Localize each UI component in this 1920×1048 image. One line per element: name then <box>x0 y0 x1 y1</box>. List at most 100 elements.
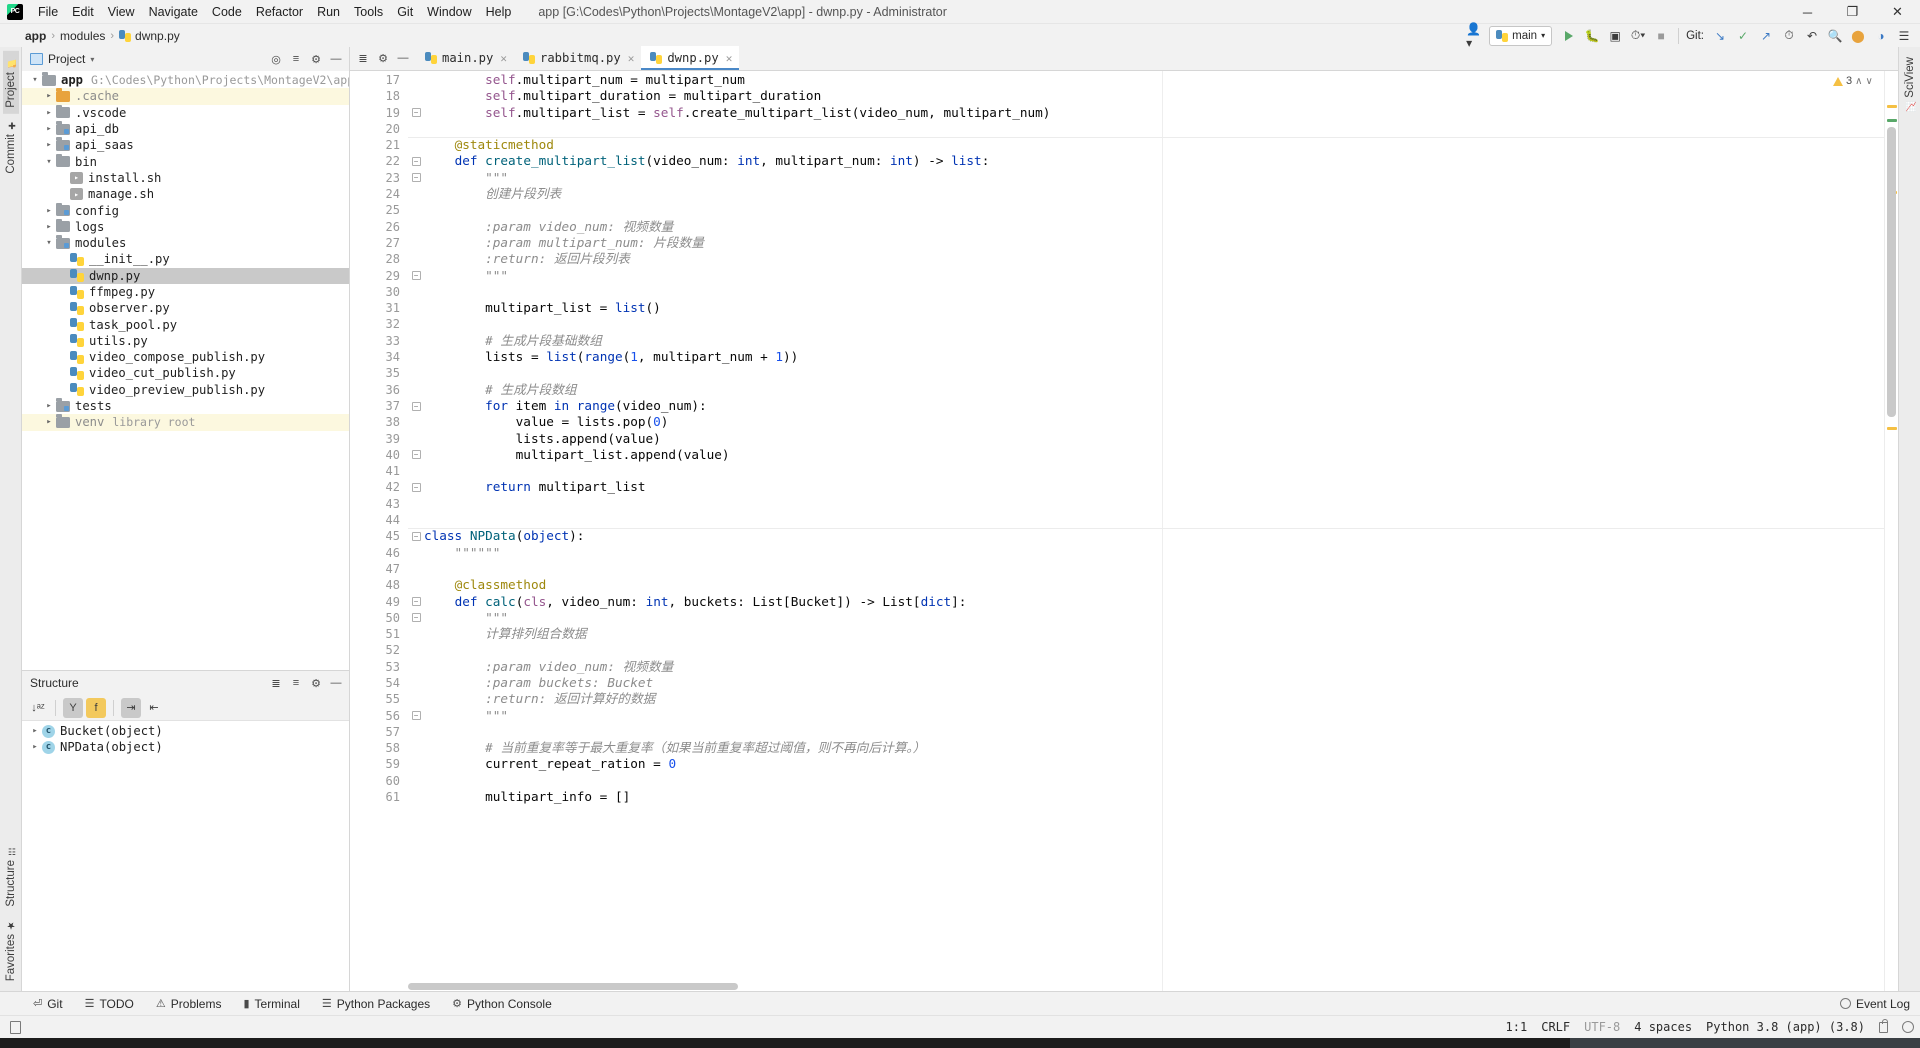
menu-window[interactable]: Window <box>420 1 478 23</box>
inspection-widget[interactable]: 3 ∧ ∨ <box>1833 75 1873 87</box>
editor-tab-main[interactable]: main.py ✕ <box>416 46 514 70</box>
line-number[interactable]: 20 <box>350 121 408 137</box>
fold-marker[interactable]: − <box>408 398 424 414</box>
line-number[interactable]: 42 <box>350 479 408 495</box>
line-number[interactable]: 27 <box>350 235 408 251</box>
line-number[interactable]: 57 <box>350 724 408 740</box>
file-encoding[interactable]: UTF-8 <box>1584 1020 1620 1034</box>
chevron-right-icon[interactable] <box>28 726 42 736</box>
editor-tab-dwnp[interactable]: dwnp.py ✕ <box>641 46 740 70</box>
toolwindow-todo[interactable]: ☰ TODO <box>74 994 145 1014</box>
code-line[interactable]: 创建片段列表 <box>424 186 1884 202</box>
tree-item-tests[interactable]: tests <box>22 398 349 414</box>
filter-inherited-icon[interactable]: Y <box>63 697 83 718</box>
toolwindow-terminal[interactable]: ▮ Terminal <box>232 994 310 1014</box>
fold-marker[interactable]: − <box>408 528 424 544</box>
code-line[interactable]: """ <box>424 708 1884 724</box>
code-line[interactable]: multipart_list = list() <box>424 300 1884 316</box>
code-line[interactable]: :param multipart_num: 片段数量 <box>424 235 1884 251</box>
expand-all-icon[interactable]: ≣ <box>267 674 285 692</box>
git-commit-icon[interactable]: ✓ <box>1733 26 1753 46</box>
chevron-right-icon[interactable] <box>28 742 42 752</box>
line-number[interactable]: 39 <box>350 431 408 447</box>
line-number[interactable]: 43 <box>350 496 408 512</box>
close-button[interactable]: ✕ <box>1875 0 1920 24</box>
code-line[interactable] <box>424 724 1884 740</box>
indent-setting[interactable]: 4 spaces <box>1634 1020 1692 1034</box>
tree-item-api-db[interactable]: api_db <box>22 121 349 137</box>
project-tree[interactable]: app G:\Codes\Python\Projects\MontageV2\ap… <box>22 71 349 670</box>
breadcrumb-item-dwnp[interactable]: dwnp.py <box>119 29 180 43</box>
code-line[interactable]: lists.append(value) <box>424 431 1884 447</box>
fold-marker[interactable]: − <box>408 268 424 284</box>
collapse-all-icon[interactable]: ≡ <box>287 50 305 68</box>
line-number[interactable]: 51 <box>350 626 408 642</box>
fold-marker[interactable]: − <box>408 153 424 169</box>
hide-icon[interactable]: — <box>327 50 345 68</box>
editor-horizontal-scrollbar[interactable] <box>350 982 1898 991</box>
line-number[interactable]: 45 <box>350 528 408 544</box>
chevron-up-icon[interactable]: ∧ <box>1855 76 1862 87</box>
line-number[interactable]: 18 <box>350 88 408 104</box>
code-line[interactable]: multipart_info = [] <box>424 789 1884 805</box>
line-number[interactable]: 35 <box>350 365 408 381</box>
tree-item-manage-sh[interactable]: ▸ manage.sh <box>22 186 349 202</box>
menu-edit[interactable]: Edit <box>65 1 101 23</box>
code-line[interactable]: """ <box>424 170 1884 186</box>
close-tab-icon[interactable]: ✕ <box>628 52 635 65</box>
editor-tab-rabbitmq[interactable]: rabbitmq.py ✕ <box>514 46 641 70</box>
chevron-right-icon[interactable] <box>42 91 56 101</box>
collapse-region-icon[interactable]: − <box>411 157 421 167</box>
chevron-down-icon[interactable]: ∨ <box>1865 76 1872 87</box>
close-tab-icon[interactable]: ✕ <box>500 52 507 65</box>
chevron-right-icon[interactable] <box>42 401 56 411</box>
toolwindow-python-packages[interactable]: ☰ Python Packages <box>311 994 441 1014</box>
read-only-lock-icon[interactable] <box>1879 1018 1888 1033</box>
settings-icon[interactable]: ⚙ <box>307 50 325 68</box>
code-line[interactable]: # 生成片段基础数组 <box>424 333 1884 349</box>
sidebar-tab-commit[interactable]: Commit ✚ <box>3 114 19 180</box>
menu-code[interactable]: Code <box>205 1 249 23</box>
coverage-icon[interactable]: ▣ <box>1605 26 1625 46</box>
project-panel-title[interactable]: Project ▾ <box>30 52 94 66</box>
fold-marker[interactable]: − <box>408 447 424 463</box>
code-line[interactable]: """ <box>424 268 1884 284</box>
line-number[interactable]: 46 <box>350 545 408 561</box>
line-number[interactable]: 38 <box>350 414 408 430</box>
code-line[interactable]: def create_multipart_list(video_num: int… <box>424 153 1884 169</box>
menu-help[interactable]: Help <box>479 1 519 23</box>
structure-tree[interactable]: c Bucket(object) c NPData(object) <box>22 721 349 991</box>
code-content[interactable]: self.multipart_num = multipart_num self.… <box>424 71 1884 991</box>
debug-icon[interactable]: 🐛 <box>1582 26 1602 46</box>
notification-icon[interactable]: ⬤ <box>1848 26 1868 46</box>
line-number[interactable]: 24 <box>350 186 408 202</box>
hamburger-icon[interactable]: ☰ <box>1894 26 1914 46</box>
line-number[interactable]: 44 <box>350 512 408 528</box>
run-configuration-selector[interactable]: main ▾ <box>1489 25 1553 46</box>
code-line[interactable] <box>424 561 1884 577</box>
code-line[interactable]: def calc(cls, video_num: int, buckets: L… <box>424 594 1884 610</box>
line-separator[interactable]: CRLF <box>1541 1020 1570 1034</box>
code-line[interactable]: @staticmethod <box>424 137 1884 153</box>
collapse-region-icon[interactable]: − <box>411 271 421 281</box>
code-line[interactable]: self.multipart_duration = multipart_dura… <box>424 88 1884 104</box>
code-line[interactable] <box>424 316 1884 332</box>
collapse-region-icon[interactable]: − <box>411 483 421 493</box>
line-number[interactable]: 23 <box>350 170 408 186</box>
code-line[interactable] <box>424 642 1884 658</box>
minimize-button[interactable]: ─ <box>1785 0 1830 24</box>
code-line[interactable]: return multipart_list <box>424 479 1884 495</box>
collapse-region-icon[interactable]: − <box>411 401 421 411</box>
run-icon[interactable] <box>1559 26 1579 46</box>
tree-item-bin[interactable]: bin <box>22 153 349 169</box>
chevron-right-icon[interactable] <box>42 417 56 427</box>
tree-item-venv[interactable]: venv library root <box>22 414 349 431</box>
toolwindow-python-console[interactable]: ⚙ Python Console <box>441 994 563 1014</box>
code-line[interactable]: :return: 返回计算好的数据 <box>424 691 1884 707</box>
tree-item-install-sh[interactable]: ▸ install.sh <box>22 170 349 186</box>
code-line[interactable]: lists = list(range(1, multipart_num + 1)… <box>424 349 1884 365</box>
line-number[interactable]: 21 <box>350 137 408 153</box>
hide-icon[interactable]: — <box>327 674 345 692</box>
line-number[interactable]: 50 <box>350 610 408 626</box>
python-interpreter[interactable]: Python 3.8 (app) (3.8) <box>1706 1020 1865 1034</box>
